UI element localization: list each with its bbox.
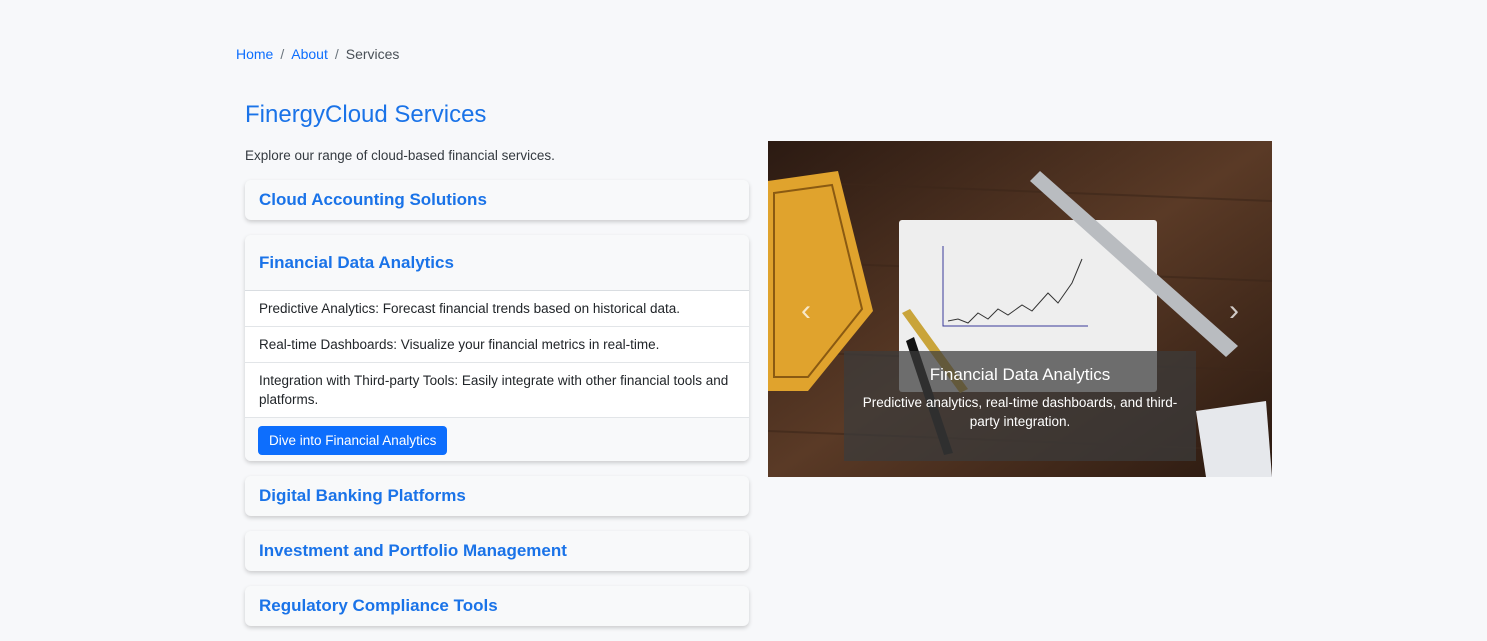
breadcrumb-current: Services: [345, 46, 400, 62]
breadcrumb-home-link[interactable]: Home: [236, 46, 273, 62]
chevron-right-icon[interactable]: ›: [1214, 291, 1254, 331]
accordion-item-financial-analytics: Financial Data Analytics Predictive Anal…: [245, 235, 749, 461]
accordion-footer: Dive into Financial Analytics: [245, 418, 749, 461]
accordion-header-cloud-accounting[interactable]: Cloud Accounting Solutions: [245, 180, 749, 220]
accordion-item-compliance: Regulatory Compliance Tools: [245, 586, 749, 626]
breadcrumb-separator: /: [334, 46, 339, 62]
list-item: Real-time Dashboards: Visualize your fin…: [245, 327, 749, 363]
dive-into-analytics-button[interactable]: Dive into Financial Analytics: [258, 426, 448, 455]
accordion-header-digital-banking[interactable]: Digital Banking Platforms: [245, 476, 749, 516]
accordion-item-cloud-accounting: Cloud Accounting Solutions: [245, 180, 749, 220]
accordion-header-financial-analytics[interactable]: Financial Data Analytics: [245, 235, 749, 291]
caption-text: Predictive analytics, real-time dashboar…: [862, 395, 1178, 429]
accordion-item-investment: Investment and Portfolio Management: [245, 531, 749, 571]
breadcrumb-about-link[interactable]: About: [291, 46, 328, 62]
list-item: Predictive Analytics: Forecast financial…: [245, 291, 749, 327]
image-carousel: ‹ › Financial Data Analytics Predictive …: [768, 141, 1272, 477]
chevron-left-icon[interactable]: ‹: [786, 291, 826, 331]
accordion-header-compliance[interactable]: Regulatory Compliance Tools: [245, 586, 749, 626]
breadcrumb-separator: /: [280, 46, 285, 62]
page-title: FinergyCloud Services: [245, 101, 487, 128]
breadcrumb: Home / About / Services: [236, 46, 399, 62]
list-item: Integration with Third-party Tools: Easi…: [245, 363, 749, 418]
accordion-header-investment[interactable]: Investment and Portfolio Management: [245, 531, 749, 571]
services-accordion: Cloud Accounting Solutions Financial Dat…: [245, 180, 749, 641]
carousel-caption: Financial Data Analytics Predictive anal…: [844, 351, 1196, 461]
accordion-item-digital-banking: Digital Banking Platforms: [245, 476, 749, 516]
caption-title: Financial Data Analytics: [929, 365, 1111, 384]
page-description: Explore our range of cloud-based financi…: [245, 148, 555, 163]
feature-list: Predictive Analytics: Forecast financial…: [245, 291, 749, 418]
